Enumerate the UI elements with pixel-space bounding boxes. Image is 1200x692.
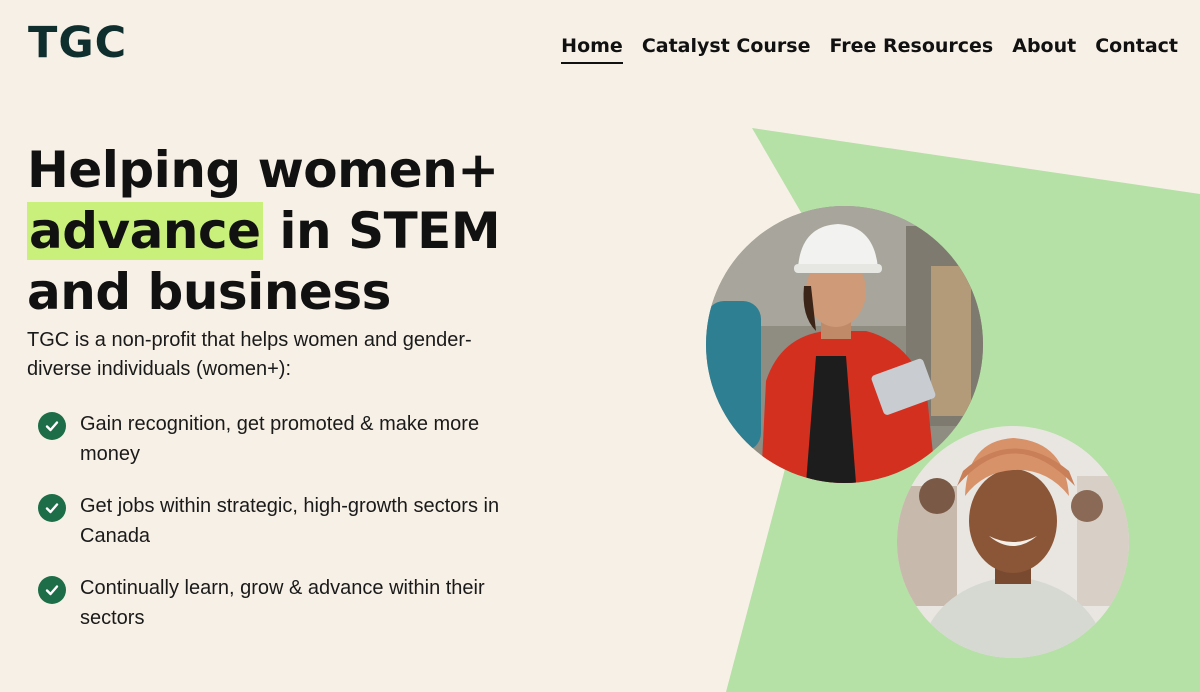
check-icon bbox=[38, 494, 66, 522]
benefit-item: Get jobs within strategic, high-growth s… bbox=[38, 491, 558, 551]
check-icon bbox=[38, 576, 66, 604]
hero-title-line3: and business bbox=[27, 263, 391, 321]
hero-title-line2: in STEM bbox=[262, 202, 501, 260]
hero-title-highlight: advance bbox=[27, 202, 263, 260]
tgc-logo[interactable]: TGC bbox=[28, 22, 127, 65]
nav-catalyst-course[interactable]: Catalyst Course bbox=[642, 35, 811, 64]
hero-title: Helping women+ advance in STEM and busin… bbox=[27, 140, 587, 323]
page: TGC Home Catalyst Course Free Resources … bbox=[0, 0, 1200, 692]
hero-intro: TGC is a non-profit that helps women and… bbox=[27, 329, 472, 380]
benefit-item: Gain recognition, get promoted & make mo… bbox=[38, 409, 558, 469]
benefits-list: Gain recognition, get promoted & make mo… bbox=[38, 409, 558, 655]
smiling-woman-photo bbox=[897, 426, 1129, 658]
check-icon bbox=[38, 412, 66, 440]
hero-title-line1: Helping women+ bbox=[27, 141, 499, 199]
benefit-text: Gain recognition, get promoted & make mo… bbox=[80, 413, 480, 465]
main-nav: Home Catalyst Course Free Resources Abou… bbox=[561, 35, 1178, 64]
engineer-woman-photo bbox=[706, 206, 983, 483]
nav-home[interactable]: Home bbox=[561, 35, 623, 64]
nav-contact[interactable]: Contact bbox=[1095, 35, 1178, 64]
benefit-text: Continually learn, grow & advance within… bbox=[80, 577, 485, 629]
benefit-text: Get jobs within strategic, high-growth s… bbox=[80, 495, 500, 547]
nav-free-resources[interactable]: Free Resources bbox=[829, 35, 993, 64]
nav-about[interactable]: About bbox=[1012, 35, 1076, 64]
benefit-item: Continually learn, grow & advance within… bbox=[38, 573, 558, 633]
